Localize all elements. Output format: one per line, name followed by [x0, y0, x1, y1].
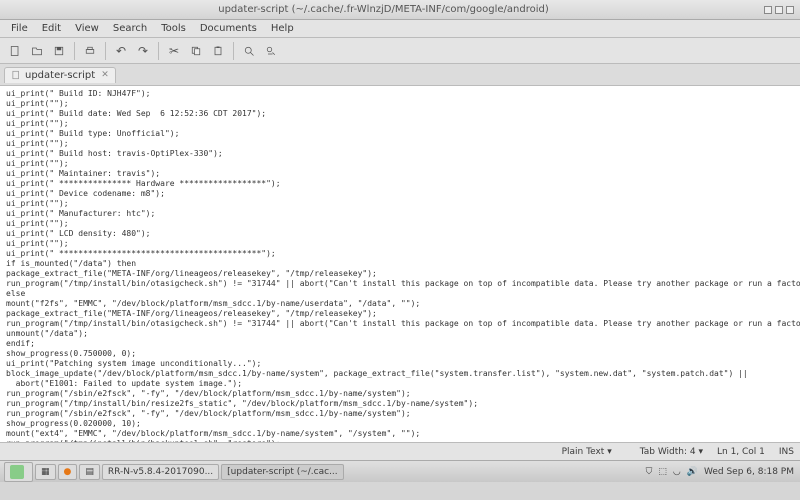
- tray-network-icon[interactable]: ⬚: [658, 467, 667, 477]
- print-icon[interactable]: [80, 41, 100, 61]
- menu-search[interactable]: Search: [106, 21, 154, 36]
- mint-logo-icon: [10, 465, 24, 479]
- save-icon[interactable]: [49, 41, 69, 61]
- taskbar-firefox-icon[interactable]: ●: [58, 464, 78, 480]
- system-taskbar: ▦ ● ▤ RR-N-v5.8.4-2017090... [updater-sc…: [0, 460, 800, 482]
- menu-edit[interactable]: Edit: [35, 21, 68, 36]
- taskbar-item-1[interactable]: RR-N-v5.8.4-2017090...: [102, 464, 219, 480]
- tray-updates-icon[interactable]: ⛉: [646, 467, 653, 477]
- taskbar-terminal-icon[interactable]: ▤: [79, 464, 100, 480]
- code-editor[interactable]: ui_print(" Build ID: NJH47F"); ui_print(…: [0, 86, 800, 442]
- status-syntax[interactable]: Plain Text ▾: [548, 447, 612, 457]
- tab-close-icon[interactable]: ✕: [101, 70, 109, 80]
- find-icon[interactable]: [239, 41, 259, 61]
- undo-icon[interactable]: ↶: [111, 41, 131, 61]
- menu-view[interactable]: View: [68, 21, 106, 36]
- system-tray: ⛉ ⬚ ◡ 🔊 Wed Sep 6, 8:18 PM: [643, 467, 797, 477]
- new-file-icon[interactable]: [5, 41, 25, 61]
- tab-updater-script[interactable]: updater-script ✕: [4, 67, 116, 83]
- cut-icon[interactable]: ✂: [164, 41, 184, 61]
- tab-label: updater-script: [25, 70, 95, 81]
- tray-clock[interactable]: Wed Sep 6, 8:18 PM: [704, 467, 794, 477]
- menu-bar: File Edit View Search Tools Documents He…: [0, 20, 800, 38]
- taskbar-item-2[interactable]: [updater-script (~/.cac...: [221, 464, 343, 480]
- menu-tools[interactable]: Tools: [154, 21, 193, 36]
- minimize-icon[interactable]: [764, 6, 772, 14]
- status-cursor-pos: Ln 1, Col 1: [717, 447, 765, 457]
- find-replace-icon[interactable]: [261, 41, 281, 61]
- open-file-icon[interactable]: [27, 41, 47, 61]
- copy-icon[interactable]: [186, 41, 206, 61]
- status-tabwidth[interactable]: Tab Width: 4 ▾: [626, 447, 703, 457]
- paste-icon[interactable]: [208, 41, 228, 61]
- status-insert-mode: INS: [779, 447, 794, 457]
- taskbar-files-icon[interactable]: ▦: [35, 464, 56, 480]
- start-menu-button[interactable]: [4, 462, 33, 482]
- tab-bar: updater-script ✕: [0, 64, 800, 86]
- window-titlebar: updater-script (~/.cache/.fr-WlnzjD/META…: [0, 0, 800, 20]
- tray-wifi-icon[interactable]: ◡: [673, 467, 681, 477]
- redo-icon[interactable]: ↷: [133, 41, 153, 61]
- menu-help[interactable]: Help: [264, 21, 301, 36]
- status-bar: Plain Text ▾ Tab Width: 4 ▾ Ln 1, Col 1 …: [0, 442, 800, 460]
- close-icon[interactable]: [786, 6, 794, 14]
- maximize-icon[interactable]: [775, 6, 783, 14]
- toolbar: ↶ ↷ ✂: [0, 38, 800, 64]
- menu-file[interactable]: File: [4, 21, 35, 36]
- tray-volume-icon[interactable]: 🔊: [687, 467, 698, 477]
- menu-documents[interactable]: Documents: [193, 21, 264, 36]
- window-title: updater-script (~/.cache/.fr-WlnzjD/META…: [6, 4, 761, 15]
